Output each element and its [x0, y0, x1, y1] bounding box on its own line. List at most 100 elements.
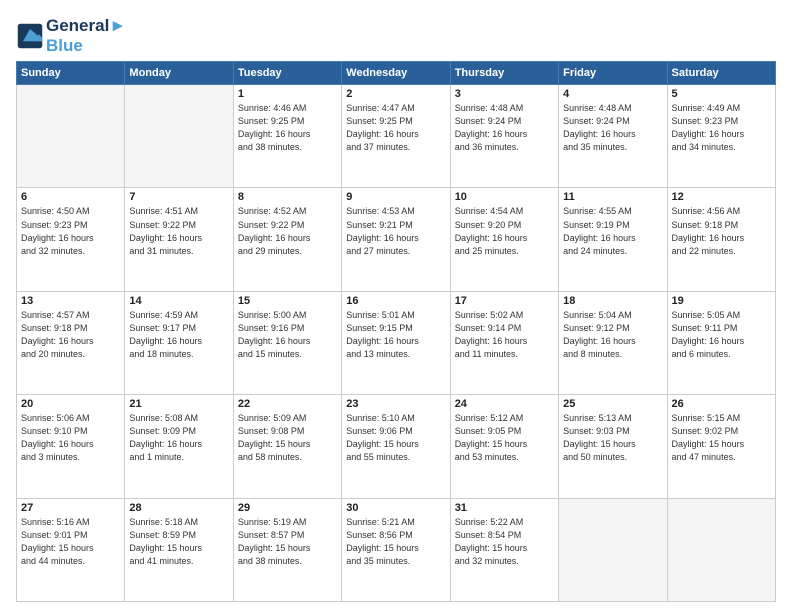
day-number: 4	[563, 88, 662, 100]
calendar-day-cell: 1Sunrise: 4:46 AM Sunset: 9:25 PM Daylig…	[233, 85, 341, 188]
day-info: Sunrise: 5:15 AM Sunset: 9:02 PM Dayligh…	[672, 412, 771, 464]
calendar-day-cell: 11 Sunrise: 4:55 AM Sunset: 9:19 PM Dayli…	[559, 188, 667, 291]
day-number: 25	[563, 398, 662, 410]
day-number: 19	[672, 295, 771, 307]
day-info: Sunrise: 5:09 AM Sunset: 9:08 PM Dayligh…	[238, 412, 337, 464]
calendar-day-cell: 23 Sunrise: 5:10 AM Sunset: 9:06 PM Dayli…	[342, 395, 450, 498]
logo: General► Blue	[16, 16, 126, 55]
day-info: Sunrise: 4:46 AM Sunset: 9:25 PM Dayligh…	[238, 102, 337, 154]
day-number: 29	[238, 502, 337, 514]
calendar-day-cell	[17, 85, 125, 188]
day-number: 8	[238, 191, 337, 203]
calendar-day-cell: 25 Sunrise: 5:13 AM Sunset: 9:03 PM Dayli…	[559, 395, 667, 498]
day-info: Sunrise: 5:18 AM Sunset: 8:59 PM Dayligh…	[129, 516, 228, 568]
header: General► Blue	[16, 12, 776, 55]
day-info: Sunrise: 4:48 AM Sunset: 9:24 PM Dayligh…	[563, 102, 662, 154]
weekday-header-cell: Thursday	[450, 62, 558, 85]
calendar-day-cell: 26 Sunrise: 5:15 AM Sunset: 9:02 PM Dayli…	[667, 395, 775, 498]
calendar-day-cell: 2 Sunrise: 4:47 AM Sunset: 9:25 PM Daylig…	[342, 85, 450, 188]
calendar-day-cell: 20 Sunrise: 5:06 AM Sunset: 9:10 PM Dayli…	[17, 395, 125, 498]
page: General► Blue SundayMondayTuesdayWednesd…	[0, 0, 792, 612]
weekday-header-row: SundayMondayTuesdayWednesdayThursdayFrid…	[17, 62, 776, 85]
weekday-header-cell: Saturday	[667, 62, 775, 85]
calendar-day-cell	[125, 85, 233, 188]
day-info: Sunrise: 5:22 AM Sunset: 8:54 PM Dayligh…	[455, 516, 554, 568]
day-info: Sunrise: 4:51 AM Sunset: 9:22 PM Dayligh…	[129, 205, 228, 257]
calendar-day-cell: 14Sunrise: 4:59 AM Sunset: 9:17 PM Dayli…	[125, 291, 233, 394]
day-number: 2	[346, 88, 445, 100]
day-info: Sunrise: 5:21 AM Sunset: 8:56 PM Dayligh…	[346, 516, 445, 568]
calendar-day-cell	[667, 498, 775, 601]
day-number: 27	[21, 502, 120, 514]
logo-icon	[16, 22, 44, 50]
weekday-header-cell: Monday	[125, 62, 233, 85]
day-info: Sunrise: 5:16 AM Sunset: 9:01 PM Dayligh…	[21, 516, 120, 568]
day-info: Sunrise: 4:55 AM Sunset: 9:19 PM Dayligh…	[563, 205, 662, 257]
day-number: 9	[346, 191, 445, 203]
day-info: Sunrise: 5:06 AM Sunset: 9:10 PM Dayligh…	[21, 412, 120, 464]
weekday-header-cell: Tuesday	[233, 62, 341, 85]
calendar-day-cell: 30 Sunrise: 5:21 AM Sunset: 8:56 PM Dayli…	[342, 498, 450, 601]
day-info: Sunrise: 4:53 AM Sunset: 9:21 PM Dayligh…	[346, 205, 445, 257]
calendar-day-cell: 27 Sunrise: 5:16 AM Sunset: 9:01 PM Dayli…	[17, 498, 125, 601]
day-number: 18	[563, 295, 662, 307]
day-info: Sunrise: 4:50 AM Sunset: 9:23 PM Dayligh…	[21, 205, 120, 257]
day-info: Sunrise: 5:04 AM Sunset: 9:12 PM Dayligh…	[563, 309, 662, 361]
calendar-day-cell: 19 Sunrise: 5:05 AM Sunset: 9:11 PM Dayli…	[667, 291, 775, 394]
calendar-day-cell: 18 Sunrise: 5:04 AM Sunset: 9:12 PM Dayli…	[559, 291, 667, 394]
day-number: 28	[129, 502, 228, 514]
calendar-day-cell: 8 Sunrise: 4:52 AM Sunset: 9:22 PM Daylig…	[233, 188, 341, 291]
calendar-day-cell: 28 Sunrise: 5:18 AM Sunset: 8:59 PM Dayli…	[125, 498, 233, 601]
day-number: 12	[672, 191, 771, 203]
calendar-day-cell: 21Sunrise: 5:08 AM Sunset: 9:09 PM Dayli…	[125, 395, 233, 498]
day-number: 7	[129, 191, 228, 203]
calendar-day-cell: 9 Sunrise: 4:53 AM Sunset: 9:21 PM Daylig…	[342, 188, 450, 291]
day-info: Sunrise: 5:13 AM Sunset: 9:03 PM Dayligh…	[563, 412, 662, 464]
day-number: 23	[346, 398, 445, 410]
calendar-day-cell: 4 Sunrise: 4:48 AM Sunset: 9:24 PM Daylig…	[559, 85, 667, 188]
day-number: 11	[563, 191, 662, 203]
calendar-day-cell: 16 Sunrise: 5:01 AM Sunset: 9:15 PM Dayli…	[342, 291, 450, 394]
day-info: Sunrise: 4:57 AM Sunset: 9:18 PM Dayligh…	[21, 309, 120, 361]
calendar-day-cell: 12 Sunrise: 4:56 AM Sunset: 9:18 PM Dayli…	[667, 188, 775, 291]
day-info: Sunrise: 5:01 AM Sunset: 9:15 PM Dayligh…	[346, 309, 445, 361]
day-number: 6	[21, 191, 120, 203]
calendar-day-cell: 31 Sunrise: 5:22 AM Sunset: 8:54 PM Dayli…	[450, 498, 558, 601]
calendar-week-row: 6 Sunrise: 4:50 AM Sunset: 9:23 PM Daylig…	[17, 188, 776, 291]
calendar-day-cell: 15Sunrise: 5:00 AM Sunset: 9:16 PM Dayli…	[233, 291, 341, 394]
weekday-header-cell: Sunday	[17, 62, 125, 85]
day-info: Sunrise: 5:05 AM Sunset: 9:11 PM Dayligh…	[672, 309, 771, 361]
calendar-day-cell: 6 Sunrise: 4:50 AM Sunset: 9:23 PM Daylig…	[17, 188, 125, 291]
day-number: 26	[672, 398, 771, 410]
day-info: Sunrise: 4:52 AM Sunset: 9:22 PM Dayligh…	[238, 205, 337, 257]
logo-text: General► Blue	[46, 16, 126, 55]
day-number: 16	[346, 295, 445, 307]
day-info: Sunrise: 5:19 AM Sunset: 8:57 PM Dayligh…	[238, 516, 337, 568]
calendar-day-cell: 5Sunrise: 4:49 AM Sunset: 9:23 PM Daylig…	[667, 85, 775, 188]
calendar-day-cell: 3Sunrise: 4:48 AM Sunset: 9:24 PM Daylig…	[450, 85, 558, 188]
day-info: Sunrise: 4:56 AM Sunset: 9:18 PM Dayligh…	[672, 205, 771, 257]
calendar-body: 1Sunrise: 4:46 AM Sunset: 9:25 PM Daylig…	[17, 85, 776, 602]
calendar-day-cell: 7 Sunrise: 4:51 AM Sunset: 9:22 PM Daylig…	[125, 188, 233, 291]
day-number: 30	[346, 502, 445, 514]
calendar-day-cell	[559, 498, 667, 601]
day-number: 17	[455, 295, 554, 307]
weekday-header-cell: Friday	[559, 62, 667, 85]
day-info: Sunrise: 4:47 AM Sunset: 9:25 PM Dayligh…	[346, 102, 445, 154]
day-number: 22	[238, 398, 337, 410]
day-number: 20	[21, 398, 120, 410]
calendar-week-row: 13Sunrise: 4:57 AM Sunset: 9:18 PM Dayli…	[17, 291, 776, 394]
weekday-header-cell: Wednesday	[342, 62, 450, 85]
calendar-day-cell: 10Sunrise: 4:54 AM Sunset: 9:20 PM Dayli…	[450, 188, 558, 291]
calendar-day-cell: 29 Sunrise: 5:19 AM Sunset: 8:57 PM Dayli…	[233, 498, 341, 601]
day-info: Sunrise: 5:00 AM Sunset: 9:16 PM Dayligh…	[238, 309, 337, 361]
calendar-day-cell: 13Sunrise: 4:57 AM Sunset: 9:18 PM Dayli…	[17, 291, 125, 394]
day-number: 14	[129, 295, 228, 307]
day-number: 31	[455, 502, 554, 514]
day-number: 3	[455, 88, 554, 100]
day-info: Sunrise: 5:02 AM Sunset: 9:14 PM Dayligh…	[455, 309, 554, 361]
calendar-week-row: 1Sunrise: 4:46 AM Sunset: 9:25 PM Daylig…	[17, 85, 776, 188]
day-number: 5	[672, 88, 771, 100]
day-info: Sunrise: 5:10 AM Sunset: 9:06 PM Dayligh…	[346, 412, 445, 464]
day-number: 21	[129, 398, 228, 410]
